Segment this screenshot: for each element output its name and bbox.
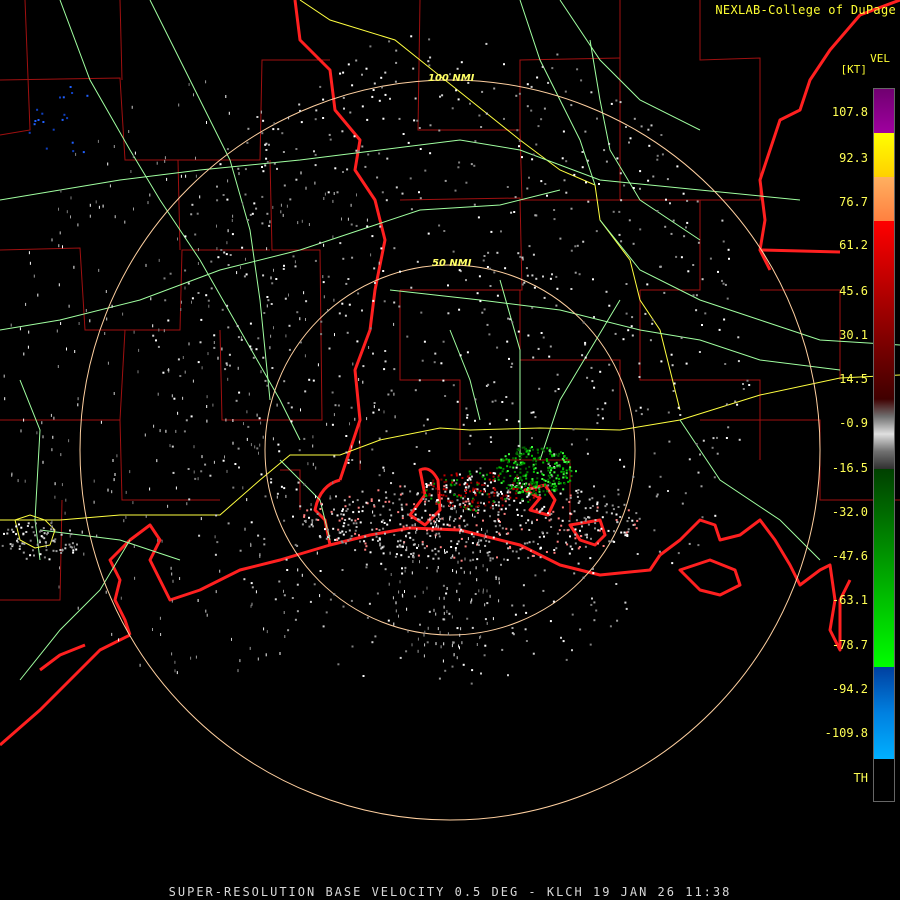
color-legend — [873, 88, 895, 802]
legend-tick: 45.6 — [839, 284, 868, 298]
legend-swatch-blue — [874, 667, 894, 759]
legend-swatch-green — [874, 469, 894, 667]
legend-tick: -63.1 — [831, 593, 868, 607]
radar-map[interactable] — [0, 0, 900, 900]
legend-swatch-rf — [874, 89, 894, 133]
legend-tick: 14.5 — [839, 372, 868, 386]
legend-tick: -32.0 — [831, 505, 868, 519]
legend-tick: -0.9 — [839, 416, 868, 430]
legend-tick: 61.2 — [839, 238, 868, 252]
product-label: VEL — [870, 52, 890, 65]
legend-swatch-high — [874, 133, 894, 177]
range-ring-label-100: 100 NMI — [428, 73, 475, 84]
product-footer: SUPER-RESOLUTION BASE VELOCITY 0.5 DEG -… — [168, 885, 732, 899]
legend-tick: -109.8 — [824, 726, 868, 740]
legend-tick: 107.8 — [831, 105, 868, 119]
legend-tick: 76.7 — [839, 195, 868, 209]
legend-swatch-orange — [874, 177, 894, 221]
credit-label: NEXLAB-College of DuPage — [715, 3, 896, 17]
legend-tick: -94.2 — [831, 682, 868, 696]
legend-tick: TH — [853, 771, 868, 785]
legend-swatch-near-zero — [874, 399, 894, 469]
range-ring-label-50: 50 NMI — [432, 258, 472, 269]
legend-swatch-red — [874, 221, 894, 399]
legend-tick: -78.7 — [831, 638, 868, 652]
legend-tick: -16.5 — [831, 461, 868, 475]
legend-tick: 92.3 — [839, 151, 868, 165]
units-label: [KT] — [840, 63, 868, 76]
legend-tick: -47.6 — [831, 549, 868, 563]
legend-tick: 30.1 — [839, 328, 868, 342]
